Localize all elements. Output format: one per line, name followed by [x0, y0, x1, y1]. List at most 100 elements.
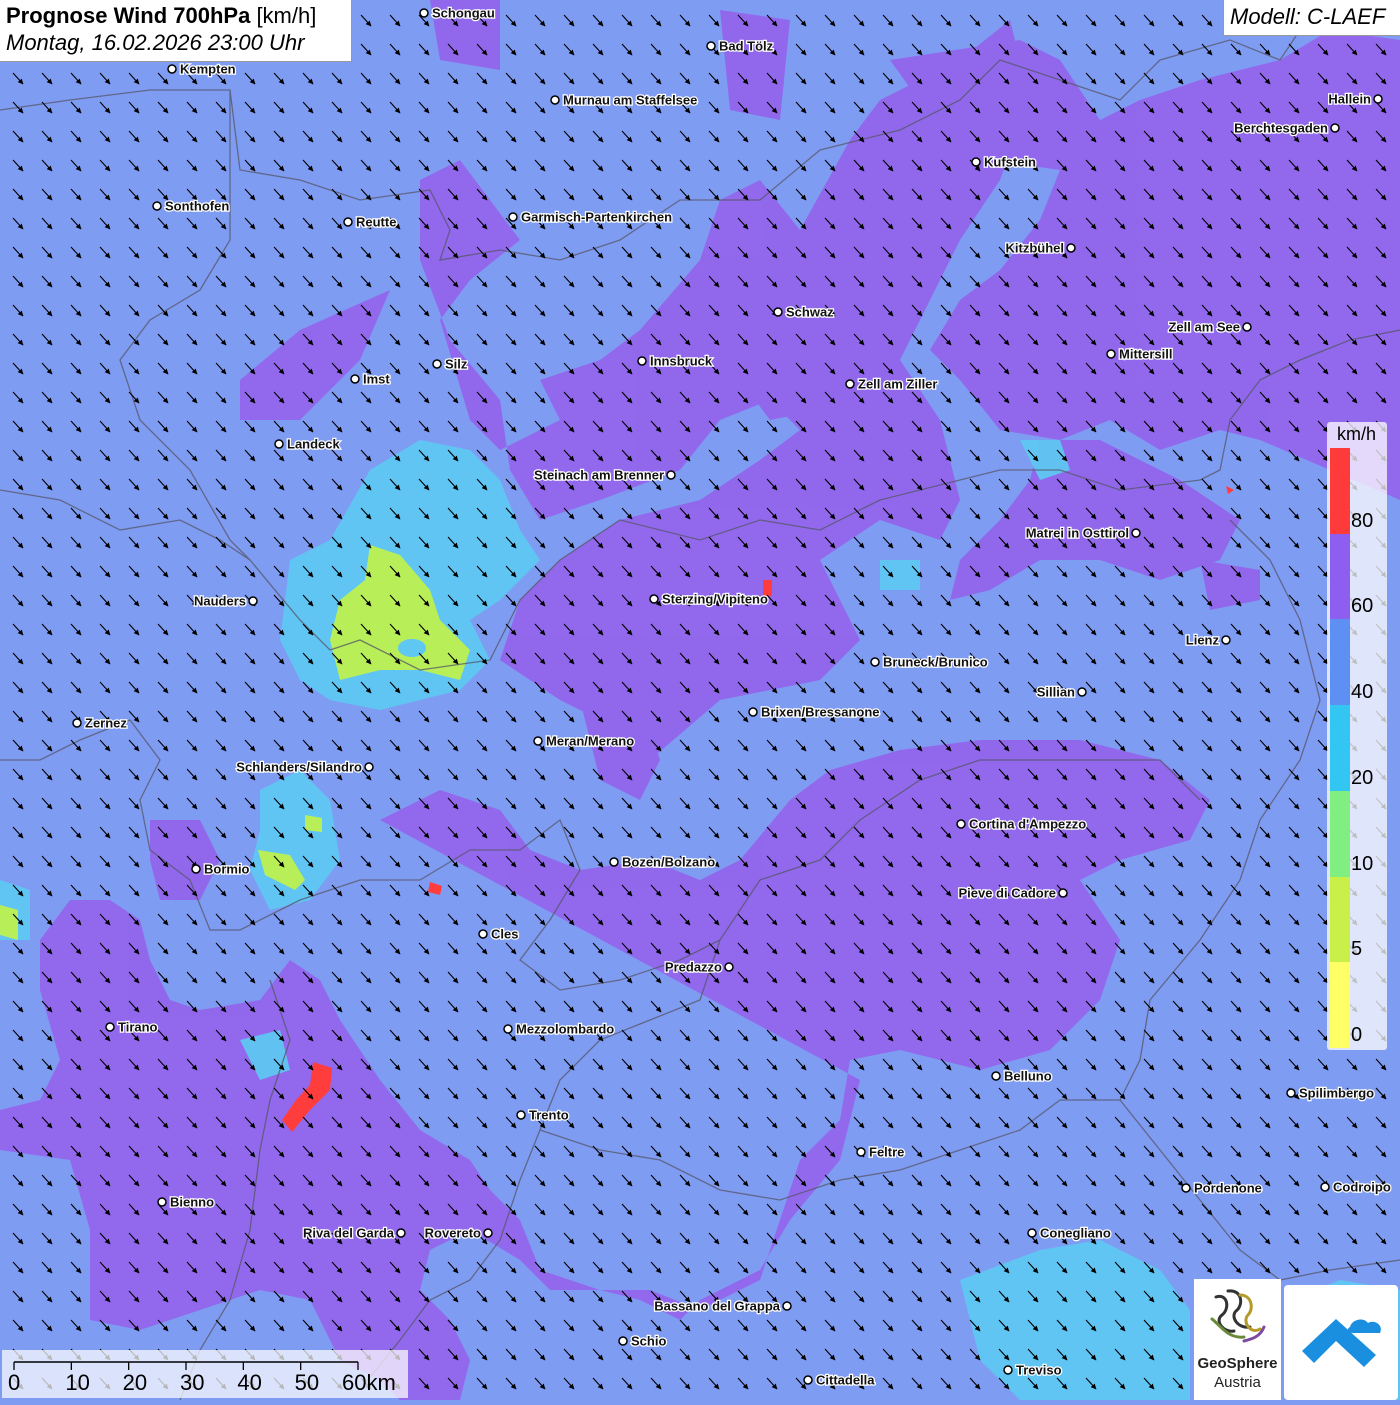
city-label: Imst: [363, 372, 390, 387]
city-label: Treviso: [1016, 1363, 1062, 1378]
city-label: Brixen/Bressanone: [761, 705, 880, 720]
city-dot-icon: [845, 379, 855, 389]
city-label: Tirano: [118, 1020, 158, 1035]
city-label: Mezzolombardo: [516, 1022, 614, 1037]
city-label: Steinach am Brenner: [534, 468, 664, 483]
city-marker[interactable]: Steinach am Brenner: [533, 466, 676, 484]
city-dot-icon: [1058, 888, 1068, 898]
city-dot-icon: [609, 857, 619, 867]
city-dot-icon: [1221, 635, 1231, 645]
city-marker[interactable]: Conegliano: [1027, 1224, 1112, 1242]
city-dot-icon: [432, 359, 442, 369]
city-marker[interactable]: Schongau: [419, 4, 496, 22]
city-label: Codroipo: [1333, 1180, 1391, 1195]
city-label: Riva del Garda: [303, 1226, 395, 1241]
city-label: Innsbruck: [650, 354, 713, 369]
app-logo[interactable]: [1284, 1285, 1398, 1400]
model-label: Modell: C-LAEF: [1223, 0, 1400, 36]
city-label: Kitzbühel: [1006, 241, 1065, 256]
city-marker[interactable]: Meran/Merano: [533, 732, 635, 750]
city-dot-icon: [550, 95, 560, 105]
scale-label: 20: [122, 1370, 148, 1395]
city-dot-icon: [1066, 243, 1076, 253]
legend-swatch: [1330, 533, 1350, 620]
city-label: Meran/Merano: [546, 734, 634, 749]
scale-label: 0: [8, 1370, 21, 1395]
city-marker[interactable]: Bassano del Grappa: [653, 1297, 792, 1315]
city-marker[interactable]: Zell am See: [1167, 318, 1252, 336]
city-dot-icon: [870, 657, 880, 667]
city-label: Landeck: [287, 437, 341, 452]
city-label: Bozen/Bolzano: [622, 855, 715, 870]
city-label: Kempten: [180, 62, 236, 77]
city-dot-icon: [666, 470, 676, 480]
city-marker[interactable]: Bozen/Bolzano: [609, 853, 716, 871]
city-marker[interactable]: Pieve di Cadore: [957, 884, 1068, 902]
city-dot-icon: [991, 1071, 1001, 1081]
city-marker[interactable]: Riva del Garda: [302, 1224, 406, 1242]
city-label: Mittersill: [1119, 347, 1172, 362]
city-marker[interactable]: Sonthofen: [152, 197, 231, 215]
legend-swatch: [1330, 790, 1350, 877]
city-label: Cortina d'Ampezzo: [969, 817, 1086, 832]
city-label: Schwaz: [786, 305, 834, 320]
city-label: Lienz: [1186, 633, 1220, 648]
city-dot-icon: [167, 64, 177, 74]
city-label: Pordenone: [1194, 1181, 1262, 1196]
city-marker[interactable]: Brixen/Bressanone: [748, 703, 881, 721]
legend-tick-label: 20: [1351, 766, 1374, 789]
city-label: Conegliano: [1040, 1226, 1111, 1241]
map-title-unit: [km/h]: [256, 3, 317, 28]
scale-bar: 0 10 20 30 40 50 60km: [2, 1350, 408, 1398]
city-dot-icon: [1320, 1182, 1330, 1192]
city-label: Pieve di Cadore: [958, 886, 1056, 901]
city-label: Cles: [491, 927, 518, 942]
wind-map[interactable]: Schongau Bad Tölz Kempten Hallein Murnau am …: [0, 0, 1400, 1400]
city-marker[interactable]: Schlanders/Silandro: [235, 758, 374, 776]
brand-name-line1: GeoSphere: [1197, 1355, 1278, 1372]
city-dot-icon: [1027, 1228, 1037, 1238]
city-dot-icon: [508, 212, 518, 222]
city-dot-icon: [343, 217, 353, 227]
legend-swatch: [1330, 619, 1350, 706]
city-marker[interactable]: Sterzing/Vipiteno: [649, 590, 769, 608]
city-dot-icon: [419, 8, 429, 18]
city-label: Feltre: [869, 1145, 904, 1160]
legend-swatch: [1330, 705, 1350, 791]
city-label: Zell am Ziller: [858, 377, 937, 392]
geosphere-logo[interactable]: GeoSphere Austria: [1194, 1279, 1281, 1400]
city-label: Zernez: [85, 716, 127, 731]
city-label: Matrei in Osttirol: [1026, 526, 1129, 541]
city-label: Hallein: [1328, 92, 1371, 107]
city-marker[interactable]: Garmisch-Partenkirchen: [508, 208, 673, 226]
legend-swatch: [1330, 448, 1350, 534]
city-marker[interactable]: Matrei in Osttirol: [1024, 524, 1141, 542]
city-label: Reutte: [356, 215, 396, 230]
city-dot-icon: [478, 929, 488, 939]
legend-tick-label: 0: [1351, 1024, 1363, 1046]
map-title: Prognose Wind 700hPa [km/h]: [6, 3, 345, 29]
city-dot-icon: [803, 1375, 813, 1385]
city-marker[interactable]: Murnau am Staffelsee: [550, 91, 699, 109]
city-dot-icon: [618, 1336, 628, 1346]
city-marker[interactable]: Bruneck/Brunico: [870, 653, 989, 671]
city-dot-icon: [533, 736, 543, 746]
city-label: Zell am See: [1168, 320, 1240, 335]
city-dot-icon: [724, 962, 734, 972]
city-label: Sterzing/Vipiteno: [662, 592, 768, 607]
city-dot-icon: [350, 374, 360, 384]
city-marker[interactable]: Cortina d'Ampezzo: [956, 815, 1088, 833]
scale-label: 10: [65, 1370, 90, 1395]
city-dot-icon: [706, 41, 716, 51]
city-marker[interactable]: Spilimbergo: [1286, 1084, 1375, 1102]
city-marker[interactable]: Innsbruck: [637, 352, 714, 370]
city-marker[interactable]: Berchtesgaden: [1233, 119, 1340, 137]
city-marker[interactable]: Zell am Ziller: [845, 375, 939, 393]
legend-tick-label: 40: [1351, 681, 1374, 704]
city-label: Nauders: [194, 594, 246, 609]
legend-swatch: [1330, 876, 1350, 963]
city-marker[interactable]: Pordenone: [1181, 1179, 1263, 1197]
city-dot-icon: [157, 1197, 167, 1207]
city-label: Bad Tölz: [719, 39, 774, 54]
city-marker[interactable]: Mezzolombardo: [503, 1020, 616, 1038]
